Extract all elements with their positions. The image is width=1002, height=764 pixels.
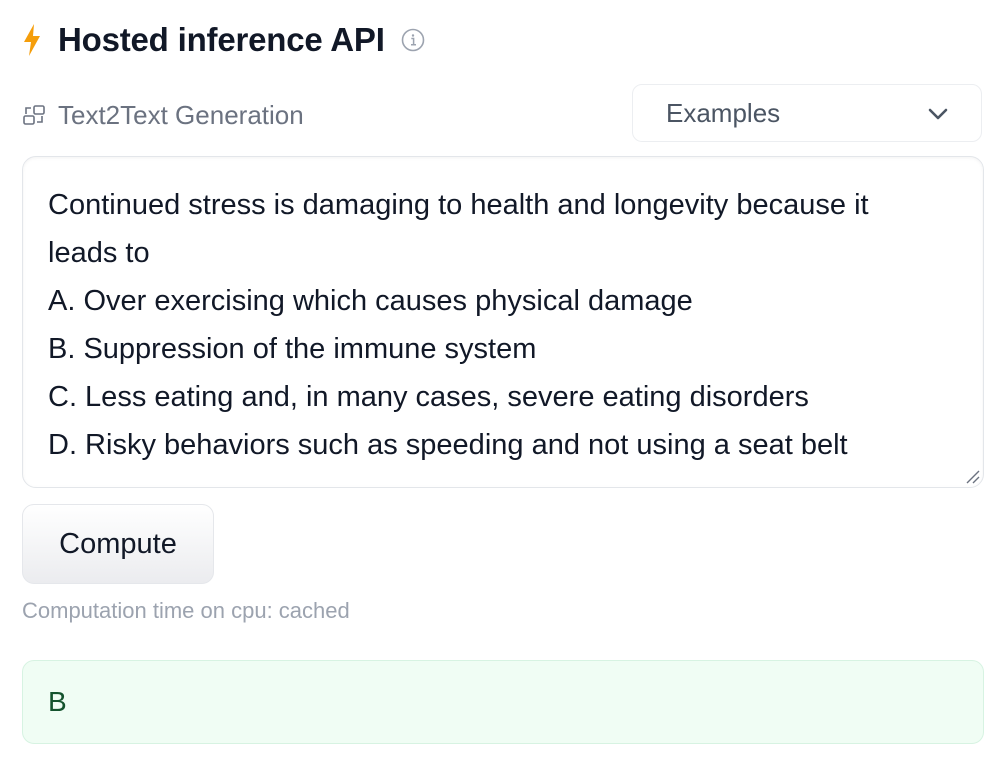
widget-header: Hosted inference API — [22, 18, 425, 62]
widget-title: Hosted inference API — [58, 21, 385, 58]
computation-status: Computation time on cpu: cached — [22, 598, 350, 623]
resize-handle-icon[interactable] — [964, 468, 980, 484]
text2text-icon — [22, 103, 46, 127]
lightning-icon — [22, 23, 42, 57]
input-line: D. Risky behaviors such as speeding and … — [48, 429, 848, 461]
input-line: Continued stress is damaging to health a… — [48, 189, 869, 221]
input-textarea[interactable]: Continued stress is damaging to health a… — [22, 156, 984, 488]
compute-button[interactable]: Compute — [22, 504, 214, 584]
chevron-down-icon — [927, 103, 949, 125]
info-icon[interactable] — [401, 28, 425, 52]
input-line: B. Suppression of the immune system — [48, 333, 537, 365]
examples-label: Examples — [666, 97, 781, 128]
inference-widget: Hosted inference API Text2Text Generatio… — [0, 0, 1002, 764]
task-label: Text2Text Generation — [58, 99, 304, 130]
output-text: B — [48, 686, 67, 717]
input-line: C. Less eating and, in many cases, sever… — [48, 381, 809, 413]
examples-dropdown[interactable]: Examples — [632, 84, 982, 142]
task-type: Text2Text Generation — [22, 96, 304, 134]
input-line: A. Over exercising which causes physical… — [48, 285, 693, 317]
input-line: leads to — [48, 237, 150, 269]
output-result: B — [22, 660, 984, 744]
